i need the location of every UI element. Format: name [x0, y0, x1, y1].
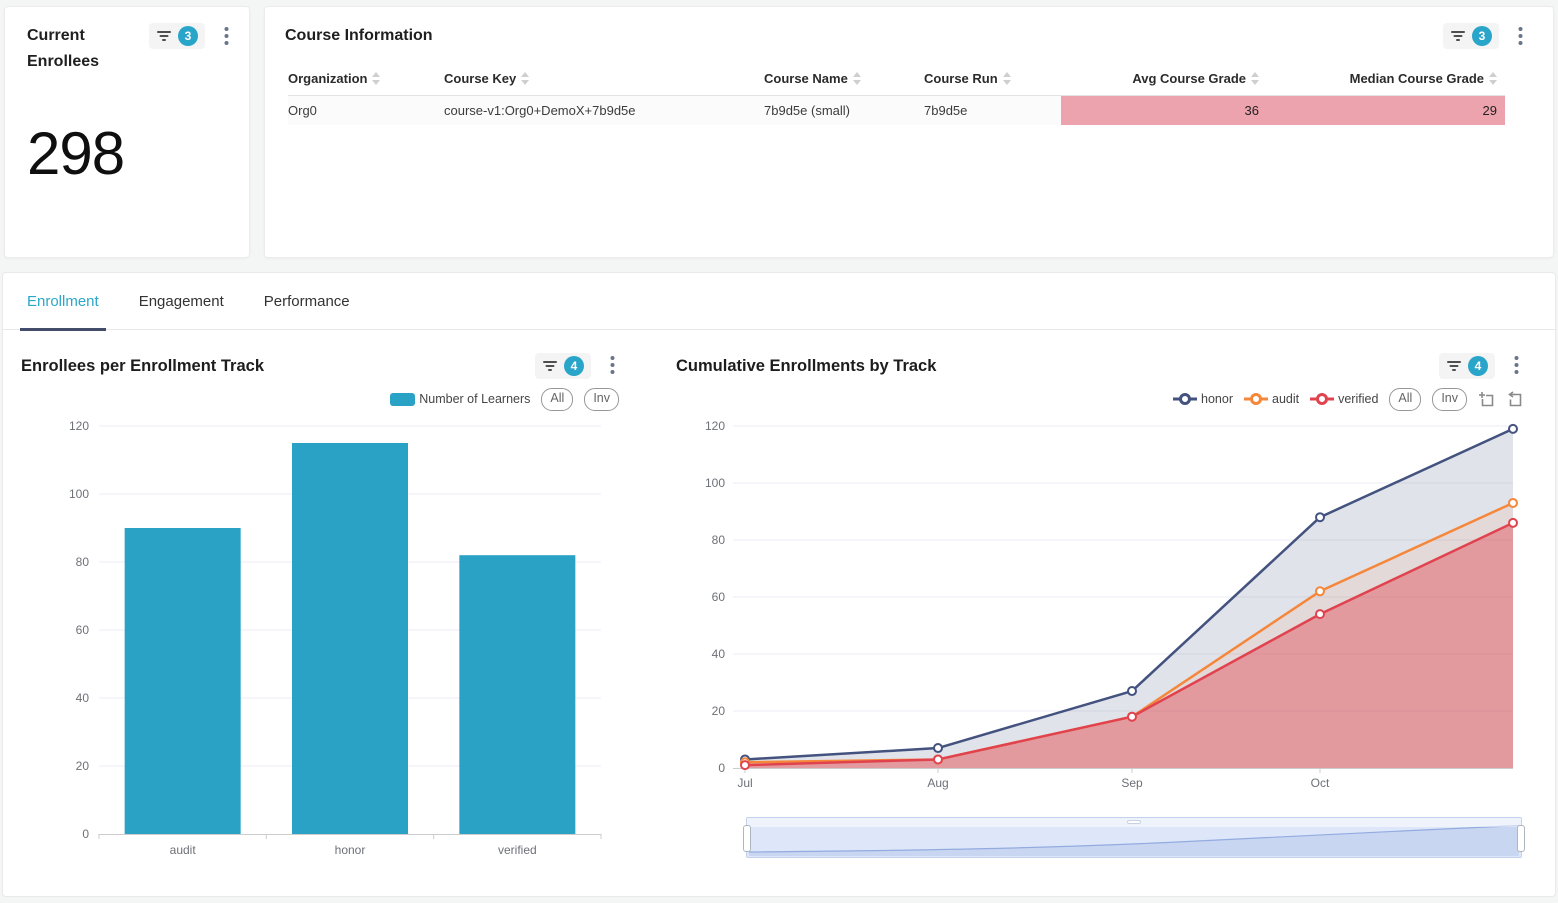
tab-enrollment[interactable]: Enrollment	[20, 273, 106, 330]
kebab-menu-icon[interactable]	[1510, 355, 1523, 380]
tab-engagement[interactable]: Engagement	[132, 273, 231, 330]
svg-text:verified: verified	[498, 843, 537, 857]
dashboard-tabs-panel: Enrollment Engagement Performance Enroll…	[2, 272, 1556, 897]
cell-course-key: course-v1:Org0+DemoX+7b9d5e	[444, 96, 764, 126]
svg-text:Sep: Sep	[1121, 776, 1143, 790]
big-number-value: 298	[27, 124, 233, 184]
zoom-select-icon[interactable]	[1478, 391, 1495, 408]
sort-icon[interactable]	[372, 72, 380, 88]
svg-text:audit: audit	[170, 843, 197, 857]
datazoom-slider[interactable]	[746, 817, 1522, 858]
legend-label: honor	[1201, 392, 1233, 406]
sort-icon[interactable]	[1489, 72, 1497, 88]
chart-title: Enrollees per Enrollment Track	[21, 357, 264, 376]
sort-icon[interactable]	[1003, 72, 1011, 88]
filter-funnel-icon	[1450, 28, 1466, 44]
tab-performance[interactable]: Performance	[257, 273, 357, 330]
legend-item-audit[interactable]: audit	[1244, 392, 1299, 406]
svg-text:20: 20	[76, 759, 90, 773]
sort-icon[interactable]	[1251, 72, 1259, 88]
legend-item-number-of-learners[interactable]: Number of Learners	[390, 392, 530, 406]
col-header-course-name[interactable]: Course Name	[764, 65, 924, 96]
cell-avg-course-grade: 36	[1061, 96, 1267, 126]
legend-inv-button[interactable]: Inv	[1432, 388, 1467, 411]
cell-course-name: 7b9d5e (small)	[764, 96, 924, 126]
kebab-menu-icon[interactable]	[606, 355, 619, 380]
svg-text:0: 0	[718, 761, 725, 775]
datazoom-grip[interactable]	[1127, 820, 1141, 824]
legend-all-button[interactable]: All	[1389, 388, 1421, 411]
filter-count-badge: 3	[178, 26, 198, 46]
legend-line-marker	[1173, 393, 1197, 405]
svg-text:60: 60	[712, 590, 726, 604]
svg-text:120: 120	[69, 419, 89, 433]
line-chart-canvas[interactable]: 0 20 40 60 80 100 120 Jul Aug Sep Oct	[653, 410, 1557, 810]
svg-text:40: 40	[76, 691, 90, 705]
svg-text:honor: honor	[335, 843, 366, 857]
col-header-median-course-grade[interactable]: Median Course Grade	[1267, 65, 1505, 96]
current-enrollees-card: Current Enrollees 3 298	[4, 6, 250, 258]
svg-text:20: 20	[712, 704, 726, 718]
filter-count-badge: 3	[1472, 26, 1492, 46]
card-title: Current Enrollees	[27, 23, 135, 76]
legend-swatch	[390, 393, 415, 406]
cell-median-course-grade: 29	[1267, 96, 1505, 126]
chart-panel-enrollees-per-track: Enrollees per Enrollment Track 4 Number …	[3, 330, 653, 898]
course-info-table: Organization Course Key Course Name Cour…	[288, 65, 1505, 125]
sort-icon[interactable]	[521, 72, 529, 88]
course-information-card: Course Information 3 Organization Course…	[264, 6, 1554, 258]
filter-chip[interactable]: 3	[1443, 23, 1499, 49]
card-title: Course Information	[285, 23, 433, 49]
filter-chip[interactable]: 4	[1439, 353, 1495, 379]
svg-text:Jul: Jul	[737, 776, 752, 790]
legend-line-marker	[1244, 393, 1268, 405]
sort-icon[interactable]	[853, 72, 861, 88]
filter-chip[interactable]: 3	[149, 23, 205, 49]
bar-chart-canvas[interactable]: 0 20 40 60 80 100 120 audit honor verified	[3, 406, 653, 876]
svg-text:100: 100	[69, 487, 89, 501]
col-header-course-run[interactable]: Course Run	[924, 65, 1061, 96]
filter-count-badge: 4	[1468, 356, 1488, 376]
filter-funnel-icon	[542, 358, 558, 374]
slider-handle-left[interactable]	[743, 825, 751, 852]
kebab-menu-icon[interactable]	[220, 26, 233, 51]
col-header-avg-course-grade[interactable]: Avg Course Grade	[1061, 65, 1267, 96]
svg-text:100: 100	[705, 476, 725, 490]
slider-handle-right[interactable]	[1517, 825, 1525, 852]
filter-funnel-icon	[156, 28, 172, 44]
legend-label: verified	[1338, 392, 1378, 406]
zoom-reset-icon[interactable]	[1506, 391, 1523, 408]
legend-item-verified[interactable]: verified	[1310, 392, 1378, 406]
svg-text:120: 120	[705, 419, 725, 433]
col-header-course-key[interactable]: Course Key	[444, 65, 764, 96]
svg-text:80: 80	[712, 533, 726, 547]
filter-count-badge: 4	[564, 356, 584, 376]
svg-text:60: 60	[76, 623, 90, 637]
table-row: Org0 course-v1:Org0+DemoX+7b9d5e 7b9d5e …	[288, 96, 1505, 126]
filter-chip[interactable]: 4	[535, 353, 591, 379]
legend-label: Number of Learners	[419, 392, 530, 406]
chart-title: Cumulative Enrollments by Track	[676, 357, 936, 376]
filter-funnel-icon	[1446, 358, 1462, 374]
legend-line-marker	[1310, 393, 1334, 405]
svg-text:80: 80	[76, 555, 90, 569]
tab-bar: Enrollment Engagement Performance	[3, 273, 1555, 330]
svg-text:Oct: Oct	[1311, 776, 1330, 790]
svg-text:0: 0	[82, 827, 89, 841]
col-header-organization[interactable]: Organization	[288, 65, 444, 96]
kebab-menu-icon[interactable]	[1514, 26, 1527, 51]
legend-label: audit	[1272, 392, 1299, 406]
chart-panel-cumulative-enrollments: Cumulative Enrollments by Track 4 honor	[653, 330, 1557, 898]
svg-text:Aug: Aug	[927, 776, 948, 790]
legend-item-honor[interactable]: honor	[1173, 392, 1233, 406]
cell-organization: Org0	[288, 96, 444, 126]
cell-course-run: 7b9d5e	[924, 96, 1061, 126]
svg-text:40: 40	[712, 647, 726, 661]
